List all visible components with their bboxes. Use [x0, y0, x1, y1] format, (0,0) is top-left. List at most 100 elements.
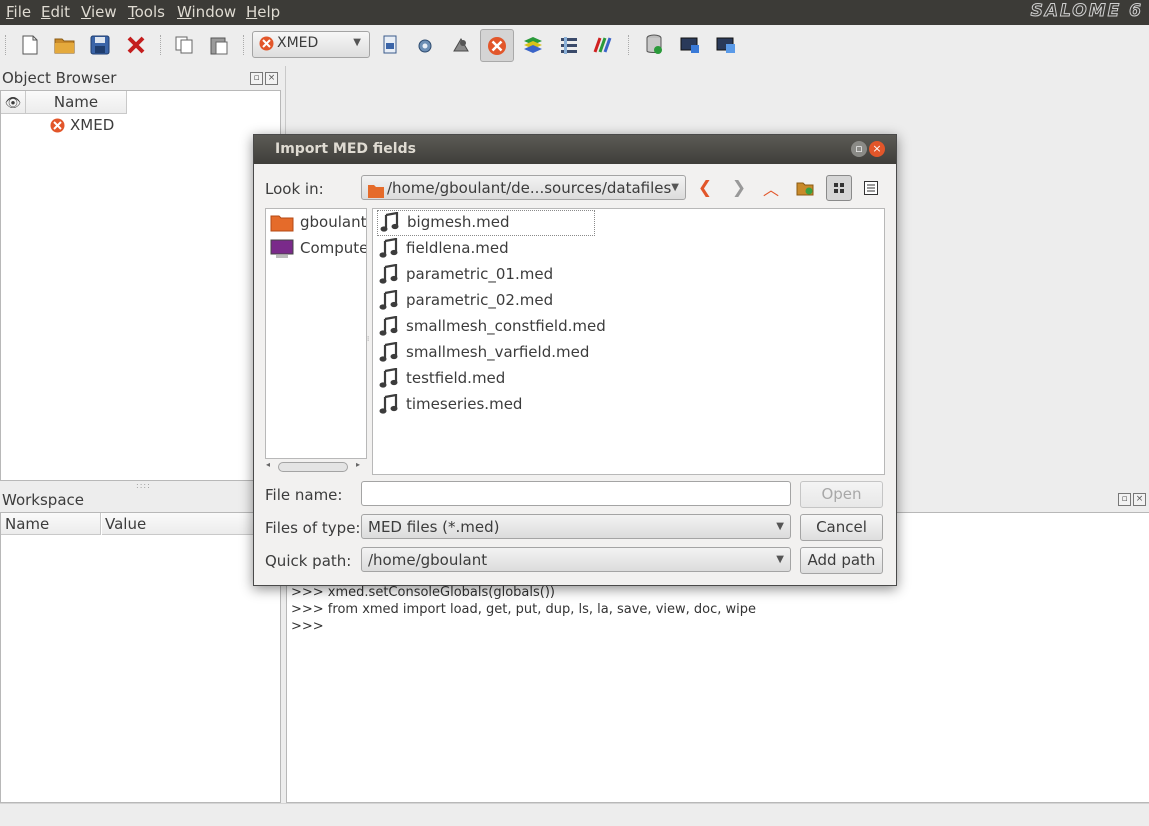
visibility-column-header[interactable]: 👁 — [1, 91, 26, 114]
computer-icon — [270, 239, 294, 261]
detail-view-icon[interactable] — [858, 176, 884, 200]
close-document-icon[interactable] — [122, 31, 150, 59]
module-icon-1[interactable] — [376, 31, 404, 59]
splitter-handle[interactable]: ⁞ — [367, 335, 369, 343]
main-toolbar: XMED ▼ — [0, 25, 1149, 65]
workspace-title: Workspace — [2, 491, 84, 509]
back-arrow-icon[interactable]: ❮ — [692, 176, 718, 200]
close-icon[interactable]: × — [869, 141, 885, 157]
dialog-title: Import MED fields — [275, 141, 416, 157]
file-name: parametric_01.med — [406, 265, 554, 283]
forward-arrow-icon[interactable]: ❯ — [726, 176, 752, 200]
music-file-icon — [379, 289, 399, 314]
xmed-module-button[interactable] — [480, 29, 514, 62]
file-name: testfield.med — [406, 369, 506, 387]
toolbar-separator — [628, 35, 631, 55]
file-name: timeseries.med — [406, 395, 523, 413]
menu-edit[interactable]: Edit — [41, 3, 70, 21]
open-folder-icon[interactable] — [51, 31, 79, 59]
module-icon-3[interactable] — [447, 31, 475, 59]
float-icon[interactable]: ▫ — [1118, 493, 1131, 506]
folder-icon — [368, 181, 384, 205]
look-in-combo[interactable]: /home/gboulant/de...sources/datafiles ▼ — [361, 175, 686, 200]
close-icon[interactable]: × — [265, 72, 278, 85]
toolbar-separator — [243, 35, 246, 55]
menu-view[interactable]: View — [81, 3, 117, 21]
new-document-icon[interactable] — [16, 31, 44, 59]
scrollbar-thumb[interactable] — [278, 462, 348, 472]
home-folder-icon — [270, 214, 294, 235]
workspace-name-header[interactable]: Name — [1, 513, 101, 535]
maximize-icon[interactable]: ▫ — [851, 141, 867, 157]
file-list-item[interactable]: smallmesh_constfield.med — [377, 315, 607, 339]
load-script-icon[interactable] — [712, 31, 740, 59]
module-selector[interactable]: XMED ▼ — [252, 31, 370, 58]
chevron-down-icon: ▼ — [671, 182, 679, 193]
database-icon[interactable] — [640, 31, 668, 59]
menu-help[interactable]: Help — [246, 3, 280, 21]
save-icon[interactable] — [86, 31, 114, 59]
file-name: fieldlena.med — [406, 239, 509, 257]
file-name: smallmesh_varfield.med — [406, 343, 590, 361]
file-list-item[interactable]: fieldlena.med — [377, 237, 607, 261]
chevron-down-icon: ▼ — [776, 521, 784, 532]
module-icon-6[interactable] — [590, 31, 618, 59]
look-in-label: Look in: — [265, 180, 324, 198]
module-icon-5[interactable] — [555, 31, 583, 59]
menu-tools[interactable]: Tools — [128, 3, 165, 21]
scroll-right-icon[interactable]: ▸ — [356, 460, 360, 469]
files-of-type-combo[interactable]: MED files (*.med) ▼ — [361, 514, 791, 539]
file-list-item[interactable]: smallmesh_varfield.med — [377, 341, 607, 365]
cancel-button[interactable]: Cancel — [800, 514, 883, 541]
list-view-icon[interactable] — [826, 175, 852, 201]
quick-path-label: Quick path: — [265, 552, 352, 570]
add-path-button[interactable]: Add path — [800, 547, 883, 574]
menu-file[interactable]: File — [6, 3, 31, 21]
paste-icon[interactable] — [205, 31, 233, 59]
look-in-path: /home/gboulant/de...sources/datafiles — [387, 179, 672, 197]
object-browser-tree[interactable]: 👁 Name XMED — [0, 90, 281, 481]
place-item-computer[interactable]: Computer — [270, 237, 366, 261]
music-file-icon — [379, 315, 399, 340]
copy-icon[interactable] — [170, 31, 198, 59]
quick-path-combo[interactable]: /home/gboulant ▼ — [361, 547, 791, 572]
file-list-item[interactable]: bigmesh.med — [377, 210, 595, 236]
music-file-icon — [379, 341, 399, 366]
file-list-item[interactable]: parametric_02.med — [377, 289, 607, 313]
menu-window[interactable]: Window — [177, 3, 236, 21]
file-name: parametric_02.med — [406, 291, 554, 309]
open-button[interactable]: Open — [800, 481, 883, 508]
files-of-type-label: Files of type: — [265, 519, 361, 537]
place-item-home[interactable]: gboulant — [270, 211, 366, 235]
console-line: >>> from xmed import load, get, put, dup… — [291, 602, 757, 617]
places-horizontal-scrollbar[interactable]: ◂ ▸ — [265, 460, 365, 473]
scroll-left-icon[interactable]: ◂ — [266, 460, 270, 469]
parent-directory-icon[interactable]: ︿ — [758, 176, 784, 200]
import-med-dialog: Import MED fields ▫ × Look in: /home/gbo… — [253, 134, 897, 586]
places-sidebar[interactable]: gboulant Computer — [265, 208, 367, 459]
eye-icon: 👁 — [4, 96, 22, 111]
file-list[interactable]: bigmesh.med fieldlena.med parametric_01.me… — [372, 208, 885, 475]
file-name-label: File name: — [265, 486, 343, 504]
module-selector-value: XMED — [277, 35, 319, 51]
module-icon-2[interactable] — [411, 31, 439, 59]
file-list-item[interactable]: testfield.med — [377, 367, 607, 391]
splitter-handle[interactable]: :::: — [136, 481, 151, 490]
object-browser-title: Object Browser — [2, 69, 117, 87]
file-name-input[interactable] — [361, 481, 791, 506]
dump-icon[interactable] — [676, 31, 704, 59]
float-icon[interactable]: ▫ — [250, 72, 263, 85]
module-icon-4[interactable] — [519, 31, 547, 59]
chevron-down-icon: ▼ — [353, 37, 361, 48]
toolbar-grip — [5, 35, 8, 55]
file-list-item[interactable]: parametric_01.med — [377, 263, 607, 287]
workspace-table[interactable]: Name Value — [0, 512, 281, 803]
quick-path-value: /home/gboulant — [368, 551, 488, 569]
new-folder-icon[interactable] — [792, 176, 818, 200]
tree-item-label: XMED — [70, 116, 115, 134]
toolbar-separator — [160, 35, 163, 55]
tree-item-xmed[interactable]: XMED — [49, 116, 169, 135]
name-column-header[interactable]: Name — [26, 91, 127, 114]
file-list-item[interactable]: timeseries.med — [377, 393, 607, 417]
close-icon[interactable]: × — [1133, 493, 1146, 506]
